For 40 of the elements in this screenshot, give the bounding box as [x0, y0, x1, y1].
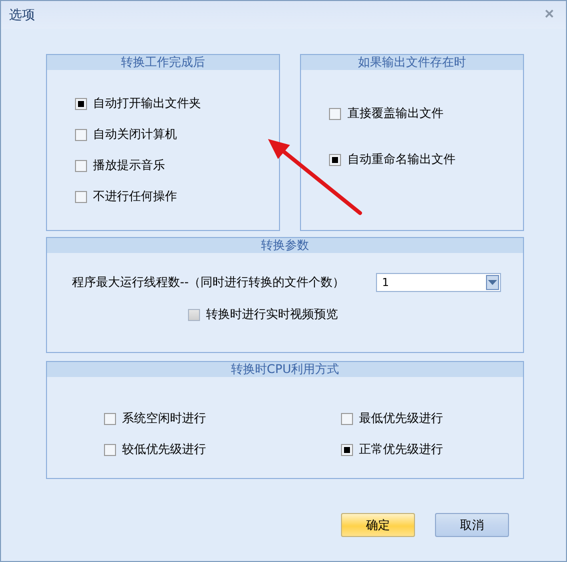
threads-dropdown[interactable]: 1	[376, 273, 501, 292]
checkbox-label: 最低优先级进行	[359, 410, 443, 427]
checkbox-option[interactable]: 自动打开输出文件夹	[75, 94, 280, 113]
checkbox-option[interactable]: 自动关闭计算机	[75, 125, 280, 144]
group-title: 转换工作完成后	[47, 55, 280, 70]
threads-label: 程序最大运行线程数--（同时进行转换的文件个数）	[72, 274, 346, 291]
checkbox-option[interactable]: 直接覆盖输出文件	[329, 104, 523, 123]
ok-button[interactable]: 确定	[341, 513, 415, 537]
group-title: 转换时CPU利用方式	[47, 362, 523, 377]
checkbox[interactable]	[75, 190, 87, 202]
checkbox[interactable]	[75, 98, 87, 110]
group-title: 如果输出文件存在时	[301, 55, 523, 70]
checkbox[interactable]	[75, 128, 87, 140]
checkbox-label: 自动重命名输出文件	[347, 151, 456, 168]
checkbox-label: 不进行任何操作	[93, 188, 177, 205]
checkbox-label: 自动关闭计算机	[93, 126, 177, 143]
checkbox-option[interactable]: 不进行任何操作	[75, 187, 280, 206]
checkbox[interactable]	[104, 444, 116, 456]
checkbox[interactable]	[75, 160, 87, 172]
checkbox-option[interactable]: 较低优先级进行	[104, 440, 341, 459]
checkbox[interactable]	[104, 412, 116, 424]
checkbox-option[interactable]: 正常优先级进行	[341, 440, 523, 459]
checkbox-label: 自动打开输出文件夹	[93, 95, 201, 112]
checkbox-option[interactable]: 最低优先级进行	[341, 409, 523, 428]
checkbox[interactable]	[341, 412, 353, 424]
group-title: 转换参数	[47, 238, 523, 253]
checkbox-label: 转换时进行实时视频预览	[206, 306, 338, 323]
window-title: 选项	[9, 7, 35, 24]
checkbox-option[interactable]: 自动重命名输出文件	[329, 150, 523, 169]
checkbox[interactable]	[341, 444, 353, 456]
checkbox-label: 较低优先级进行	[122, 441, 206, 458]
cancel-button[interactable]: 取消	[435, 513, 509, 537]
checkbox-label: 直接覆盖输出文件	[347, 105, 444, 122]
checkbox[interactable]	[329, 108, 342, 120]
checkbox-label: 播放提示音乐	[93, 157, 165, 174]
checkbox-label: 正常优先级进行	[359, 441, 443, 458]
checkbox-option[interactable]: 系统空闲时进行	[104, 409, 341, 428]
checkbox-option[interactable]: 播放提示音乐	[75, 156, 280, 175]
checkbox[interactable]	[329, 154, 342, 166]
checkbox-label: 系统空闲时进行	[122, 410, 206, 427]
